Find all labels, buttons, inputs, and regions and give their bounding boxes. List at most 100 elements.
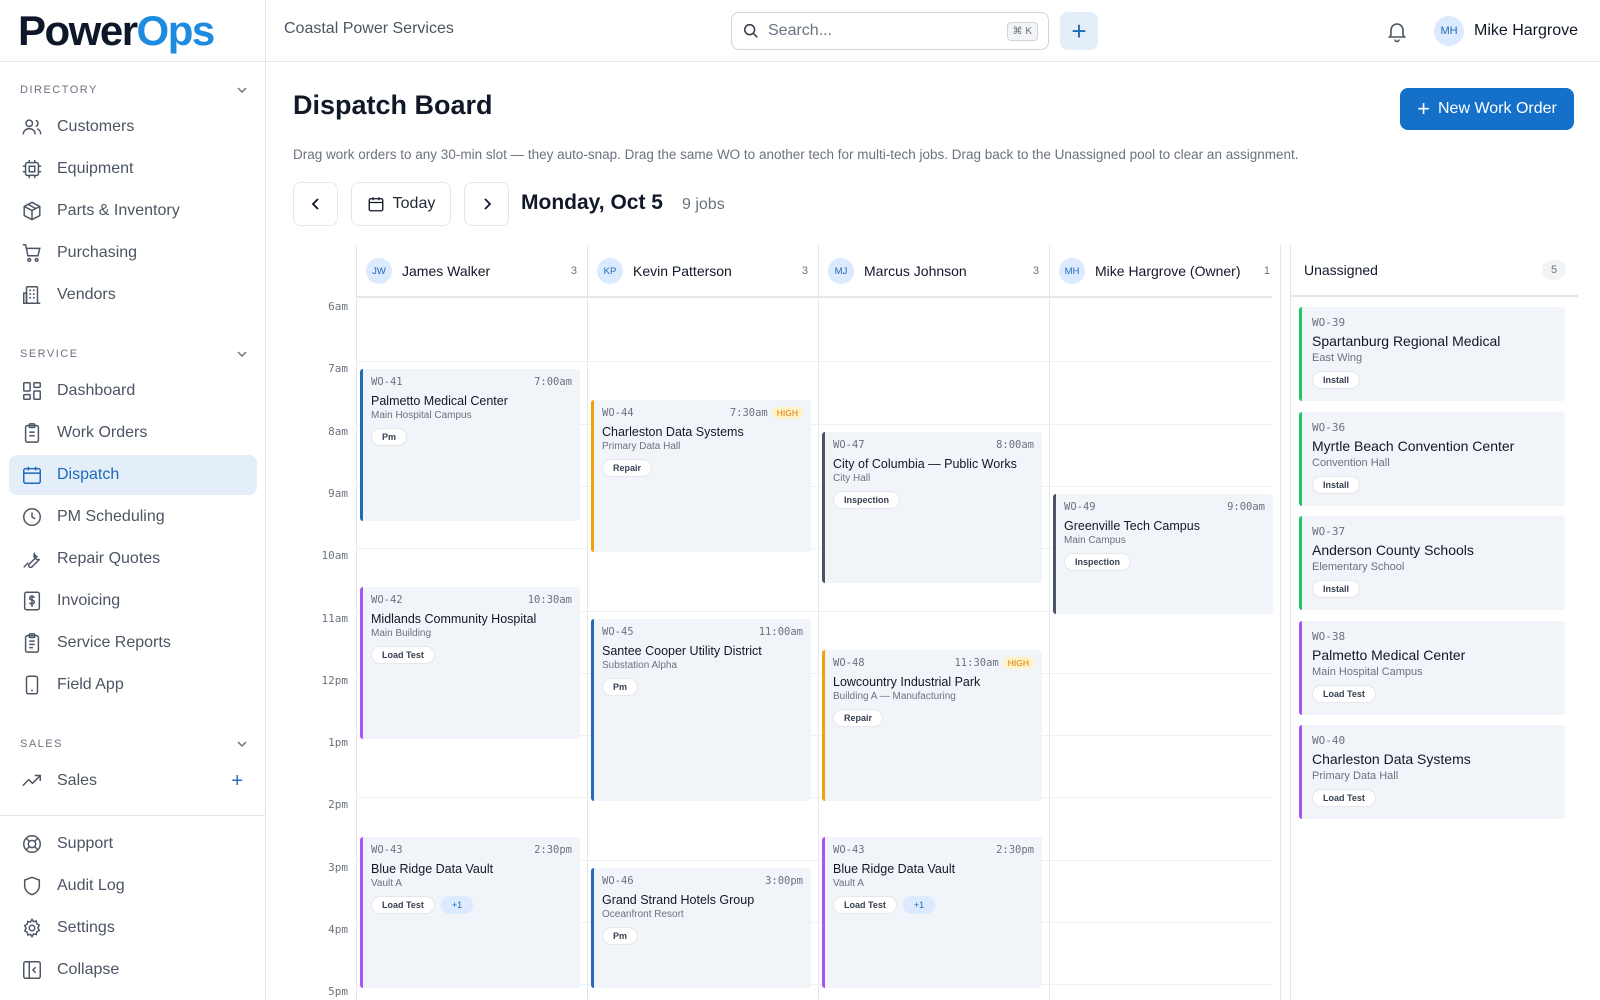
unassigned-work-order-card[interactable]: WO-36 Myrtle Beach Convention Center Conve… [1299, 411, 1565, 506]
start-time: 2:30pm [996, 843, 1034, 856]
work-order-card[interactable]: WO-47 8:00am City of Columbia — Public Wor… [822, 431, 1042, 584]
unassigned-work-order-card[interactable]: WO-39 Spartanburg Regional Medical East Wi… [1299, 307, 1565, 401]
sidebar-item-label: Repair Quotes [57, 550, 161, 567]
site-name: Primary Data Hall [602, 441, 681, 453]
card-tags: Install [1312, 475, 1555, 494]
search-box[interactable]: ⌘ K [731, 12, 1049, 50]
shield-icon [23, 876, 41, 896]
sidebar-item-parts-inventory[interactable]: Parts & Inventory [9, 191, 257, 231]
job-count: 3 [570, 265, 577, 277]
chevron-down-icon [237, 351, 247, 358]
sidebar-item-field-app[interactable]: Field App [9, 665, 257, 705]
work-order-card[interactable]: WO-49 9:00am Greenville Tech Campus Main Ca… [1053, 493, 1273, 615]
button-label: New Work Order [1438, 100, 1557, 117]
calendar-icon [23, 466, 41, 484]
job-type-tag: Load Test [371, 895, 435, 914]
work-order-id: WO-41 [371, 376, 403, 389]
sidebar-item-settings[interactable]: Settings [9, 908, 257, 948]
unassigned-work-order-card[interactable]: WO-40 Charleston Data Systems Primary Data… [1299, 725, 1565, 819]
building-icon [23, 286, 41, 304]
unassigned-work-order-card[interactable]: WO-38 Palmetto Medical Center Main Hospita… [1299, 620, 1565, 715]
sidebar-item-vendors[interactable]: Vendors [9, 275, 257, 315]
unassigned-label: Unassigned [1304, 262, 1378, 278]
work-order-card[interactable]: WO-43 2:30pm Blue Ridge Data Vault Vault A L… [822, 836, 1042, 989]
current-date: Monday, Oct 5 [521, 191, 663, 214]
work-order-id: WO-47 [833, 438, 865, 451]
page-title: Dispatch Board [293, 90, 493, 120]
sidebar-item-label: Settings [57, 919, 115, 936]
job-count: 3 [1032, 265, 1039, 277]
sidebar-item-work-orders[interactable]: Work Orders [9, 413, 257, 453]
time-label: 11am [321, 611, 349, 625]
work-order-card[interactable]: WO-41 7:00am Palmetto Medical Center Main H… [360, 369, 580, 522]
search-input[interactable] [768, 22, 1007, 40]
phone-icon [25, 675, 39, 695]
site-name: Vault A [371, 877, 402, 889]
job-type-tag: Install [1312, 580, 1361, 598]
site-name: East Wing [1312, 352, 1363, 364]
quick-add-button[interactable]: + [1060, 12, 1098, 50]
start-time: 11:30am [954, 656, 999, 669]
company-name[interactable]: Coastal Power Services [284, 20, 454, 38]
sidebar-item-support[interactable]: Support [9, 824, 257, 864]
previous-day-button[interactable] [293, 182, 338, 226]
sidebar-item-customers[interactable]: Customers [9, 107, 257, 147]
sidebar-item-pm-scheduling[interactable]: PM Scheduling [9, 497, 257, 537]
app-logo[interactable]: PowerOps [18, 6, 215, 56]
sidebar-item-purchasing[interactable]: Purchasing [9, 233, 257, 273]
lifebuoy-icon [23, 835, 41, 853]
sidebar-item-collapse[interactable]: Collapse [9, 950, 257, 990]
tech-column-header[interactable]: MJ Marcus Johnson 3 [818, 245, 1049, 297]
today-button[interactable]: Today [351, 182, 451, 226]
tech-column-header[interactable]: KP Kevin Patterson 3 [587, 245, 818, 297]
work-order-card[interactable]: WO-45 11:00am Santee Cooper Utility Distri… [591, 618, 811, 802]
work-order-id: WO-43 [371, 843, 403, 856]
bell-icon[interactable] [1385, 19, 1409, 43]
section-header-sales[interactable]: SALES [20, 734, 248, 754]
work-order-card[interactable]: WO-44 7:30am HIGH Charleston Data Systems Pr… [591, 400, 811, 553]
sidebar-item-equipment[interactable]: Equipment [9, 149, 257, 189]
sidebar: PowerOps DIRECTORY Customers Equipment P… [0, 0, 266, 1000]
new-work-order-button[interactable]: + New Work Order [1400, 88, 1574, 130]
chevron-left-icon [311, 198, 319, 210]
sidebar-item-service-reports[interactable]: Service Reports [9, 623, 257, 663]
avatar: JW [366, 258, 392, 284]
sidebar-item-dispatch[interactable]: Dispatch [9, 455, 257, 495]
tech-name: James Walker [402, 263, 491, 279]
add-sales-button[interactable]: + [231, 770, 243, 793]
card-meta-right: 9:00am [1227, 501, 1265, 513]
unassigned-work-order-card[interactable]: WO-37 Anderson County Schools Elementary S… [1299, 516, 1565, 610]
tech-column-header[interactable]: JW James Walker 3 [356, 245, 587, 297]
section-header-directory[interactable]: DIRECTORY [20, 80, 248, 100]
sidebar-item-invoicing[interactable]: Invoicing [9, 581, 257, 621]
avatar: MJ [828, 258, 854, 284]
section-header-service[interactable]: SERVICE [20, 344, 248, 364]
user-menu[interactable]: MH Mike Hargrove [1434, 16, 1578, 46]
column-divider [356, 245, 357, 1000]
work-order-card[interactable]: WO-48 11:30am HIGH Lowcountry Industrial Pa… [822, 649, 1042, 802]
start-time: 2:30pm [534, 843, 572, 856]
sidebar-item-dashboard[interactable]: Dashboard [9, 371, 257, 411]
tech-column-header[interactable]: MH Mike Hargrove (Owner) 1 [1049, 245, 1280, 297]
card-meta: WO-43 2:30pm [833, 844, 1034, 856]
sidebar-item-label: Dispatch [57, 466, 120, 483]
sidebar-item-sales[interactable]: Sales + [9, 761, 257, 801]
sidebar-item-label: Field App [57, 676, 124, 693]
work-order-card[interactable]: WO-42 10:30am Midlands Community Hospital M… [360, 587, 580, 740]
sidebar-item-label: Sales [57, 772, 98, 789]
tech-name: Marcus Johnson [864, 263, 967, 279]
tech-name: Kevin Patterson [633, 263, 732, 279]
card-meta-right: 2:30pm [996, 844, 1034, 856]
sidebar-item-repair-quotes[interactable]: Repair Quotes [9, 539, 257, 579]
job-type-tag: Repair [602, 459, 653, 478]
site-name: Main Hospital Campus [371, 410, 472, 422]
sidebar-item-audit-log[interactable]: Audit Log [9, 866, 257, 906]
work-order-card[interactable]: WO-46 3:00pm Grand Strand Hotels Group Ocea… [591, 867, 811, 989]
start-time: 3:00pm [765, 874, 803, 887]
job-type-tag: Inspection [1064, 552, 1132, 571]
next-day-button[interactable] [464, 182, 509, 226]
customer-name: Myrtle Beach Convention Center [1312, 437, 1515, 454]
card-meta-right: 7:00am [534, 376, 572, 388]
clock-icon [23, 508, 41, 526]
work-order-card[interactable]: WO-43 2:30pm Blue Ridge Data Vault Vault A L… [360, 836, 580, 989]
